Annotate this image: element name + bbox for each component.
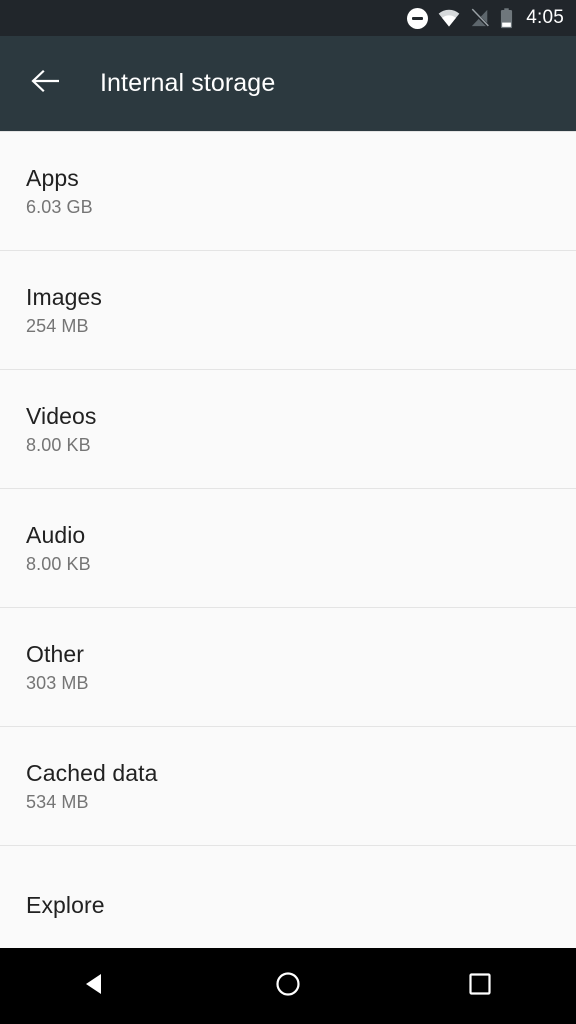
back-button[interactable] — [18, 56, 74, 112]
list-item-size: 8.00 KB — [26, 435, 91, 456]
triangle-back-icon — [82, 970, 110, 1003]
list-item-title: Images — [26, 283, 103, 310]
phone-screen: 4:05 Internal storage Apps 6.03 GB Image… — [0, 0, 576, 1024]
back-arrow-icon — [31, 69, 61, 98]
circle-home-icon — [274, 970, 302, 1003]
page-title: Internal storage — [100, 69, 276, 97]
nav-recents-button[interactable] — [440, 948, 520, 1024]
storage-list[interactable]: Apps 6.03 GB Images 254 MB Videos 8.00 K… — [0, 131, 576, 948]
nav-back-button[interactable] — [56, 948, 136, 1024]
list-item-size: 6.03 GB — [26, 197, 93, 218]
list-item-title: Other — [26, 640, 85, 667]
list-item-title: Videos — [26, 402, 97, 429]
no-sim-signal-icon — [470, 8, 490, 28]
do-not-disturb-icon — [407, 7, 429, 29]
list-item-size: 254 MB — [26, 316, 89, 337]
list-item-audio[interactable]: Audio 8.00 KB — [0, 489, 576, 607]
list-item-cached-data[interactable]: Cached data 534 MB — [0, 727, 576, 845]
status-bar-clock: 4:05 — [526, 7, 564, 28]
list-item-apps[interactable]: Apps 6.03 GB — [0, 132, 576, 250]
list-item-videos[interactable]: Videos 8.00 KB — [0, 370, 576, 488]
list-item-size: 534 MB — [26, 792, 89, 813]
list-item-size: 303 MB — [26, 673, 89, 694]
list-item-size: 8.00 KB — [26, 554, 91, 575]
nav-home-button[interactable] — [248, 948, 328, 1024]
battery-icon — [500, 7, 513, 29]
wifi-icon — [438, 9, 460, 27]
system-navigation-bar — [0, 948, 576, 1024]
list-item-other[interactable]: Other 303 MB — [0, 608, 576, 726]
square-recents-icon — [466, 970, 494, 1003]
list-item-title: Audio — [26, 521, 86, 548]
list-item-explore[interactable]: Explore — [0, 846, 576, 948]
list-item-title: Explore — [26, 891, 105, 918]
status-bar: 4:05 — [0, 0, 576, 36]
app-bar: Internal storage — [0, 36, 576, 131]
list-item-title: Apps — [26, 164, 79, 191]
list-item-images[interactable]: Images 254 MB — [0, 251, 576, 369]
list-item-title: Cached data — [26, 759, 158, 786]
